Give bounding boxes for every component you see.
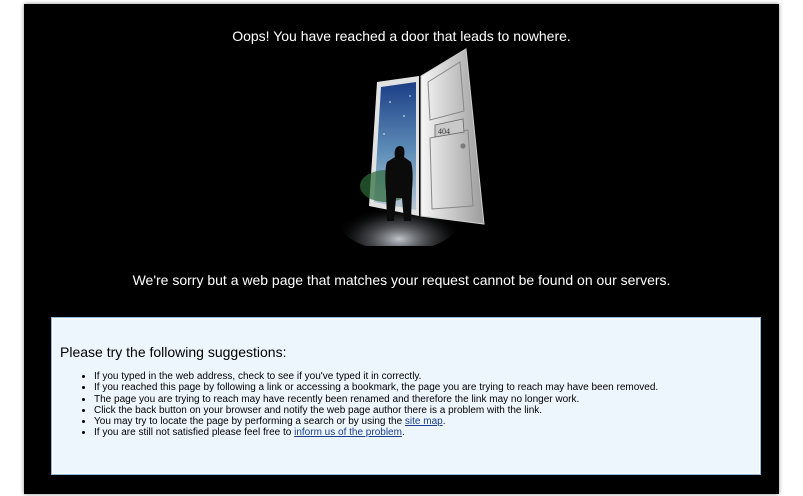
list-item: If you reached this page by following a … (94, 382, 764, 393)
suggestions-title: Please try the following suggestions: (60, 344, 287, 360)
inform-text: If you are still not satisfied please fe… (94, 427, 295, 439)
door-number-sign: 404 (438, 127, 450, 136)
sitemap-text: You may try to locate the page by perfor… (94, 416, 405, 428)
door-illustration: 404 (339, 48, 485, 246)
list-item: If you are still not satisfied please fe… (94, 427, 764, 438)
inform-suffix: . (401, 427, 405, 439)
page-headline: Oops! You have reached a door that leads… (232, 28, 571, 44)
list-item: Click the back button on your browser an… (94, 405, 764, 416)
list-item: If you typed in the web address, check t… (94, 371, 764, 382)
inform-problem-link[interactable]: inform us of the problem (294, 427, 402, 438)
list-item: The page you are trying to reach may hav… (94, 394, 764, 405)
sitemap-suffix: . (442, 416, 446, 428)
not-found-message: We're sorry but a web page that matches … (132, 272, 671, 288)
suggestions-box: Please try the following suggestions: If… (51, 317, 761, 475)
suggestions-list: If you typed in the web address, check t… (80, 371, 764, 439)
list-item: You may try to locate the page by perfor… (94, 416, 764, 427)
error-page: Oops! You have reached a door that leads… (24, 4, 779, 494)
site-map-link[interactable]: site map (405, 416, 443, 427)
